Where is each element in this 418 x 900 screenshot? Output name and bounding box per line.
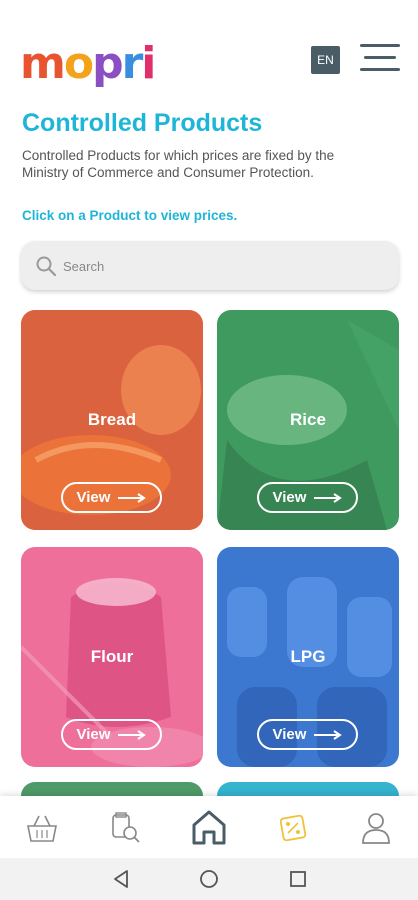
nav-basket[interactable] — [22, 808, 62, 848]
product-card-rice[interactable]: Rice View — [217, 310, 399, 530]
nav-home[interactable] — [189, 808, 229, 848]
product-card-bread[interactable]: Bread View — [21, 310, 203, 530]
arrow-right-icon — [118, 492, 147, 503]
back-triangle-icon — [114, 870, 128, 888]
product-name: LPG — [290, 647, 326, 666]
basket-icon — [27, 815, 57, 842]
view-label: View — [272, 726, 307, 743]
product-card-flour[interactable]: Flour View — [21, 547, 203, 767]
product-name: Bread — [87, 410, 137, 429]
recents-button[interactable] — [287, 868, 309, 890]
recents-square-icon — [290, 871, 306, 887]
mopri-logo: mopri — [20, 38, 156, 96]
product-name: Rice — [290, 410, 326, 429]
nav-price-search[interactable] — [105, 808, 145, 848]
arrow-right-icon — [314, 729, 343, 740]
search-input[interactable] — [61, 241, 385, 292]
view-button[interactable]: View — [61, 719, 162, 750]
view-button[interactable]: View — [257, 482, 358, 513]
product-name: Flour — [90, 647, 134, 666]
page-title: Controlled Products — [22, 109, 263, 137]
view-button[interactable]: View — [257, 719, 358, 750]
view-label: View — [76, 726, 111, 743]
nav-profile[interactable] — [356, 808, 396, 848]
arrow-right-icon — [118, 729, 147, 740]
search-bar[interactable] — [21, 241, 399, 292]
product-hint: Click on a Product to view prices. — [22, 208, 238, 223]
language-toggle-button[interactable]: EN — [311, 46, 340, 74]
back-button[interactable] — [110, 868, 132, 890]
home-circle-icon — [200, 870, 218, 888]
arrow-right-icon — [314, 492, 343, 503]
logo-letter-r: r — [121, 38, 144, 89]
search-icon — [36, 256, 57, 277]
view-label: View — [272, 489, 307, 506]
logo-letter-m: m — [20, 38, 66, 89]
home-system-button[interactable] — [198, 868, 220, 890]
product-card-lpg[interactable]: LPG View — [217, 547, 399, 767]
view-button[interactable]: View — [61, 482, 162, 513]
price-search-icon — [112, 812, 140, 843]
logo-letter-p: p — [92, 38, 123, 89]
profile-icon — [362, 813, 390, 844]
logo-letter-o: o — [63, 38, 94, 89]
system-navigation-bar — [0, 858, 418, 900]
promotions-icon — [279, 814, 307, 842]
view-label: View — [76, 489, 111, 506]
home-icon — [192, 810, 226, 845]
page-description: Controlled Products for which prices are… — [22, 148, 335, 180]
bottom-navigation — [0, 796, 418, 858]
hamburger-menu-icon[interactable] — [360, 44, 400, 72]
logo-letter-i: i — [141, 38, 156, 89]
nav-promotions[interactable] — [273, 808, 313, 848]
